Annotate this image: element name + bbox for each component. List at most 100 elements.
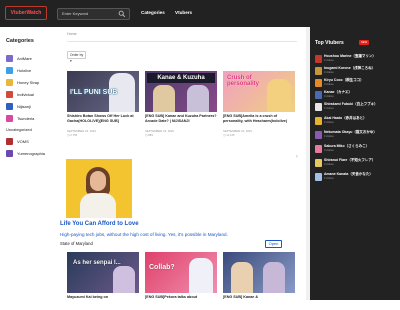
vtuber-item[interactable]: Amane Kanata（天音かなた） 0 videos (315, 171, 397, 183)
video-title[interactable]: [ENG SUB] Kanae & (223, 295, 295, 310)
avatar (315, 159, 322, 167)
person-face (90, 171, 106, 191)
vtuber-item[interactable]: Nekomata Okayu（猫又おかゆ） 0 videos (315, 129, 397, 141)
nav-vtubers[interactable]: Vtubers (175, 10, 192, 15)
person-shirt (80, 193, 116, 218)
main-content: Home Order by ▾ I'LL PUNI SUB Shishiro B… (60, 27, 306, 300)
video-title[interactable]: [ENG SUB]Amelia is a crush of personalit… (223, 114, 295, 129)
vtuber-videos: 0 videos (324, 71, 334, 74)
video-card[interactable]: As her senpai I... Mayuzumi Kai being on (67, 252, 139, 310)
ad-open-button[interactable]: Open (265, 240, 282, 248)
video-title[interactable]: Mayuzumi Kai being on (67, 295, 139, 310)
vtuber-item[interactable]: Houshou Marine（宝鐘マリン） 0 videos (315, 53, 397, 65)
nijisanji-icon (6, 103, 13, 111)
thumbnail-caption: Kanae & Kuzuha (147, 73, 215, 83)
video-thumbnail[interactable]: I'LL PUNI SUB (67, 71, 139, 112)
sidebar-item-label: VOMS (17, 139, 29, 144)
sidebar-item-animare[interactable]: AniMare (6, 54, 32, 63)
search-placeholder: Enter Keyword (62, 11, 89, 16)
avatar (315, 79, 322, 87)
vtuber-item[interactable]: Sakura Miko（さくらみこ） 0 videos (315, 143, 397, 155)
video-card[interactable]: Collab? [ENG SUB]Pekora talks about (145, 252, 217, 310)
video-thumbnail[interactable]: As her senpai I... (67, 252, 139, 293)
sidebar-item-honey-strap[interactable]: Honey Strap (6, 78, 39, 87)
top-vtubers-panel: Top Vtubers NEW Houshou Marine（宝鐘マリン） 0 v… (310, 27, 400, 300)
avatar (315, 55, 322, 63)
video-views: ◷ 2,756 (67, 133, 78, 137)
new-badge: NEW (359, 40, 369, 45)
avatar (315, 117, 322, 125)
ad-choices-icon[interactable]: ▷ (296, 154, 300, 158)
vtuber-videos: 0 videos (324, 121, 334, 124)
breadcrumb[interactable]: Home (67, 32, 77, 36)
video-card[interactable]: [ENG SUB] Kanae & (223, 252, 295, 310)
top-vtubers-title: Top Vtubers (315, 40, 344, 46)
sidebar-item-voms[interactable]: VOMS (6, 137, 29, 146)
vtuber-videos: 0 videos (324, 163, 334, 166)
character-art (231, 262, 253, 293)
vtuber-videos: 0 videos (324, 107, 334, 110)
video-title[interactable]: Shishiro Botan Shows Off Her Luck at Gac… (67, 114, 139, 129)
sidebar-item-label: Tsunderia (17, 116, 35, 121)
tsunderia-icon (6, 115, 13, 123)
vtuber-videos: 0 videos (324, 177, 334, 180)
sidebar-item-label: Hololive (17, 68, 32, 73)
categories-sidebar: Categories AniMare Hololive Honey Strap … (0, 27, 55, 300)
vtuber-item[interactable]: Akai Haato（赤井はあと） 0 videos (315, 115, 397, 127)
yumenographia-icon (6, 150, 13, 158)
ad-text[interactable]: High-paying tech jobs, without the high … (60, 232, 300, 237)
ad-source: State of Maryland (60, 241, 93, 246)
sidebar-title: Categories (6, 38, 34, 44)
order-by-dropdown[interactable]: Order by ▾ (67, 51, 86, 63)
vtuber-videos: 0 videos (324, 135, 334, 138)
character-art (113, 266, 135, 293)
avatar (315, 91, 322, 99)
video-card[interactable]: I'LL PUNI SUB Shishiro Botan Shows Off H… (67, 71, 139, 137)
sidebar-item-hololive[interactable]: Hololive (6, 66, 31, 75)
thumbnail-caption: Crush of personality (227, 75, 260, 87)
individual-icon (6, 91, 13, 99)
ad-title[interactable]: Life You Can Afford to Love (60, 221, 139, 227)
vtuber-item[interactable]: Kanae（カナエ） 0 videos (315, 89, 397, 101)
vtuber-videos: 0 videos (324, 95, 334, 98)
search-icon[interactable] (118, 10, 126, 18)
nav-categories[interactable]: Categories (141, 10, 165, 15)
sidebar-item-label: Uncategorized (6, 127, 32, 132)
sidebar-item-individual[interactable]: Individual (6, 90, 34, 99)
video-thumbnail[interactable]: Kanae & Kuzuha (145, 71, 217, 112)
video-thumbnail[interactable]: Crush of personality (223, 71, 295, 112)
sidebar-item-label: Yumenographia (17, 151, 46, 156)
avatar (315, 103, 322, 111)
video-title[interactable]: [ENG SUB] Kanae and Kuzuha Partners? Arc… (145, 114, 217, 129)
video-title[interactable]: [ENG SUB]Pekora talks about (145, 295, 217, 310)
video-thumbnail[interactable]: Collab? (145, 252, 217, 293)
character-art (267, 79, 291, 112)
video-card[interactable]: Crush of personality [ENG SUB]Amelia is … (223, 71, 295, 137)
sidebar-item-yumenographia[interactable]: Yumenographia (6, 149, 45, 158)
avatar (315, 173, 322, 181)
sidebar-item-uncategorized[interactable]: Uncategorized (6, 125, 32, 134)
search-input[interactable]: Enter Keyword (57, 8, 130, 20)
thumbnail-caption: As her senpai I... (73, 260, 121, 266)
video-thumbnail[interactable] (223, 252, 295, 293)
sidebar-item-label: Honey Strap (17, 80, 40, 85)
sidebar-item-tsunderia[interactable]: Tsunderia (6, 114, 34, 123)
vtuber-videos: 0 videos (324, 59, 334, 62)
thumbnail-caption: Collab? (149, 264, 175, 271)
character-art (189, 258, 213, 293)
avatar (315, 145, 322, 153)
video-card[interactable]: Kanae & Kuzuha [ENG SUB] Kanae and Kuzuh… (145, 71, 217, 137)
character-art (153, 85, 175, 112)
site-logo[interactable]: VtuberWatch (5, 6, 47, 20)
ad-image[interactable] (66, 159, 132, 218)
vtuber-item[interactable]: Kiryu Coco（桐生ココ） 0 videos (315, 77, 397, 89)
voms-icon (6, 138, 13, 146)
vtuber-item[interactable]: Shirakami Fubuki（白上フブキ） 0 videos (315, 101, 397, 113)
vtuber-item[interactable]: Inugami Korone（戌神ころね） 0 videos (315, 65, 397, 77)
vtuber-item[interactable]: Shiranui Flare（不知火フレア） 0 videos (315, 157, 397, 169)
vtuber-videos: 0 videos (324, 83, 334, 86)
avatar (315, 67, 322, 75)
divider (67, 41, 297, 42)
sidebar-item-nijisanji[interactable]: Nijisanji (6, 102, 31, 111)
thumbnail-caption: I'LL PUNI SUB (70, 89, 118, 96)
